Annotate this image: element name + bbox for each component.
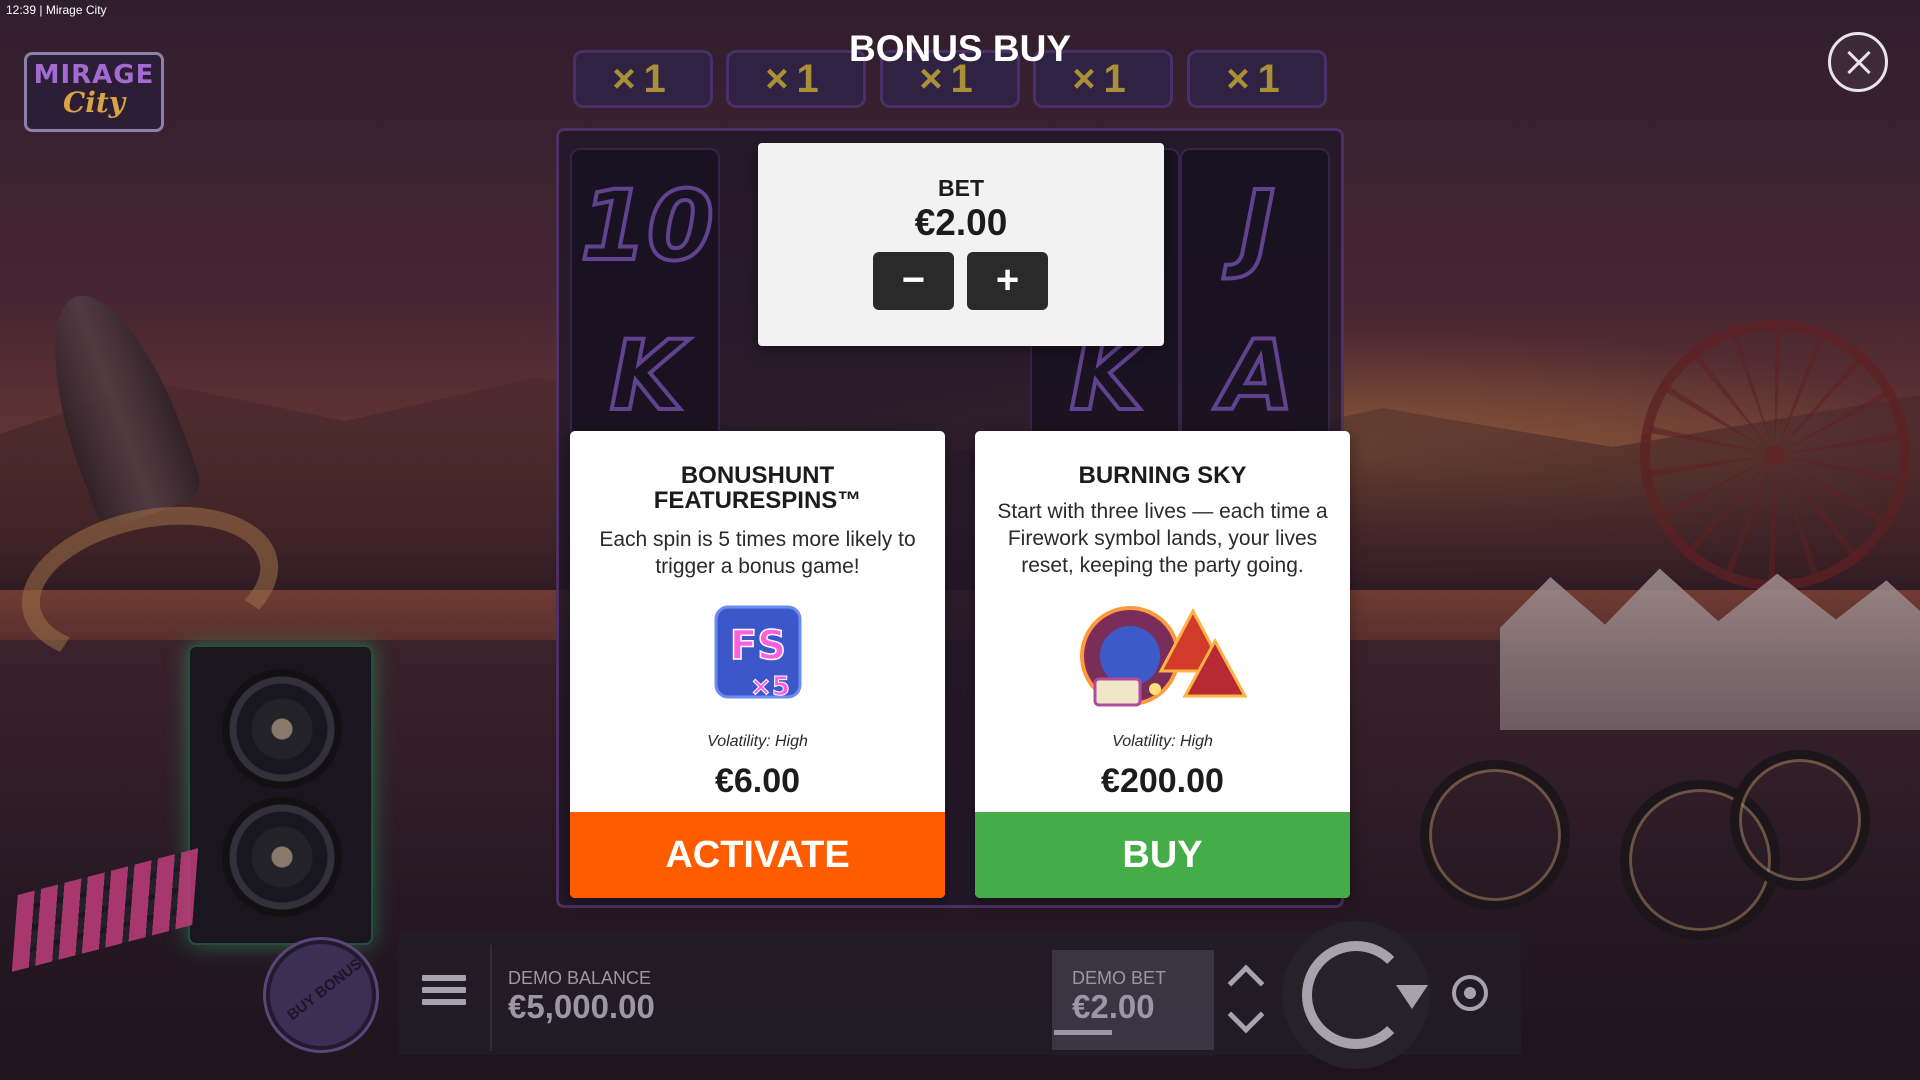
divider [490, 945, 492, 1051]
fs-badge-multiplier: ×5 [750, 672, 790, 702]
balance-value: €5,000.00 [508, 988, 655, 1025]
bet-panel: BET €2.00 − + [758, 143, 1164, 346]
balance-label: DEMO BALANCE [508, 968, 652, 988]
status-app-name: Mirage City [45, 3, 107, 17]
fs-badge-text: FS [730, 623, 786, 669]
logo-line2: City [62, 86, 126, 119]
fs-x5-badge-icon: FS ×5 [710, 601, 806, 711]
bet-value: €2.00 [914, 202, 1008, 243]
buy-button[interactable]: BUY [975, 812, 1350, 898]
status-time: 12:39 [6, 3, 37, 17]
demo-bet-value: €2.00 [1072, 988, 1155, 1025]
spin-icon [1302, 941, 1410, 1049]
buy-bonus-button[interactable]: BUY BONUS [266, 940, 376, 1050]
option-title: BONUSHUNT FEATURESPINS™ [653, 462, 862, 514]
status-separator: | [39, 3, 43, 17]
bet-label: BET [938, 175, 984, 201]
buy-bonus-label: BUY BONUS [284, 955, 366, 1024]
option-description: Start with three lives — each time a Fir… [997, 500, 1328, 577]
firework-symbols-icon [1075, 601, 1250, 716]
bonus-option-card: BURNING SKY Start with three lives — eac… [975, 431, 1350, 898]
activate-button[interactable]: ACTIVATE [570, 812, 945, 898]
option-description: Each spin is 5 times more likely to trig… [599, 528, 916, 578]
option-volatility: Volatility: High [1112, 733, 1213, 750]
demo-bet-label: DEMO BET [1072, 968, 1167, 988]
demo-bet-underline [1054, 1030, 1112, 1035]
option-price: €200.00 [1101, 762, 1224, 800]
menu-icon[interactable] [422, 975, 466, 1011]
decrease-bet-button[interactable]: − [873, 252, 954, 310]
spin-arrow-icon [1396, 985, 1428, 1009]
increase-bet-button[interactable]: + [967, 252, 1048, 310]
autoplay-icon[interactable] [1452, 975, 1488, 1011]
close-icon[interactable] [1828, 32, 1888, 92]
status-bar: 12:39 | Mirage City [6, 3, 107, 17]
modal-title: BONUS BUY [848, 28, 1072, 69]
bonus-option-card: BONUSHUNT FEATURESPINS™ Each spin is 5 t… [570, 431, 945, 898]
option-volatility: Volatility: High [707, 733, 808, 750]
option-title: BURNING SKY [1078, 462, 1247, 489]
option-price: €6.00 [714, 762, 801, 800]
